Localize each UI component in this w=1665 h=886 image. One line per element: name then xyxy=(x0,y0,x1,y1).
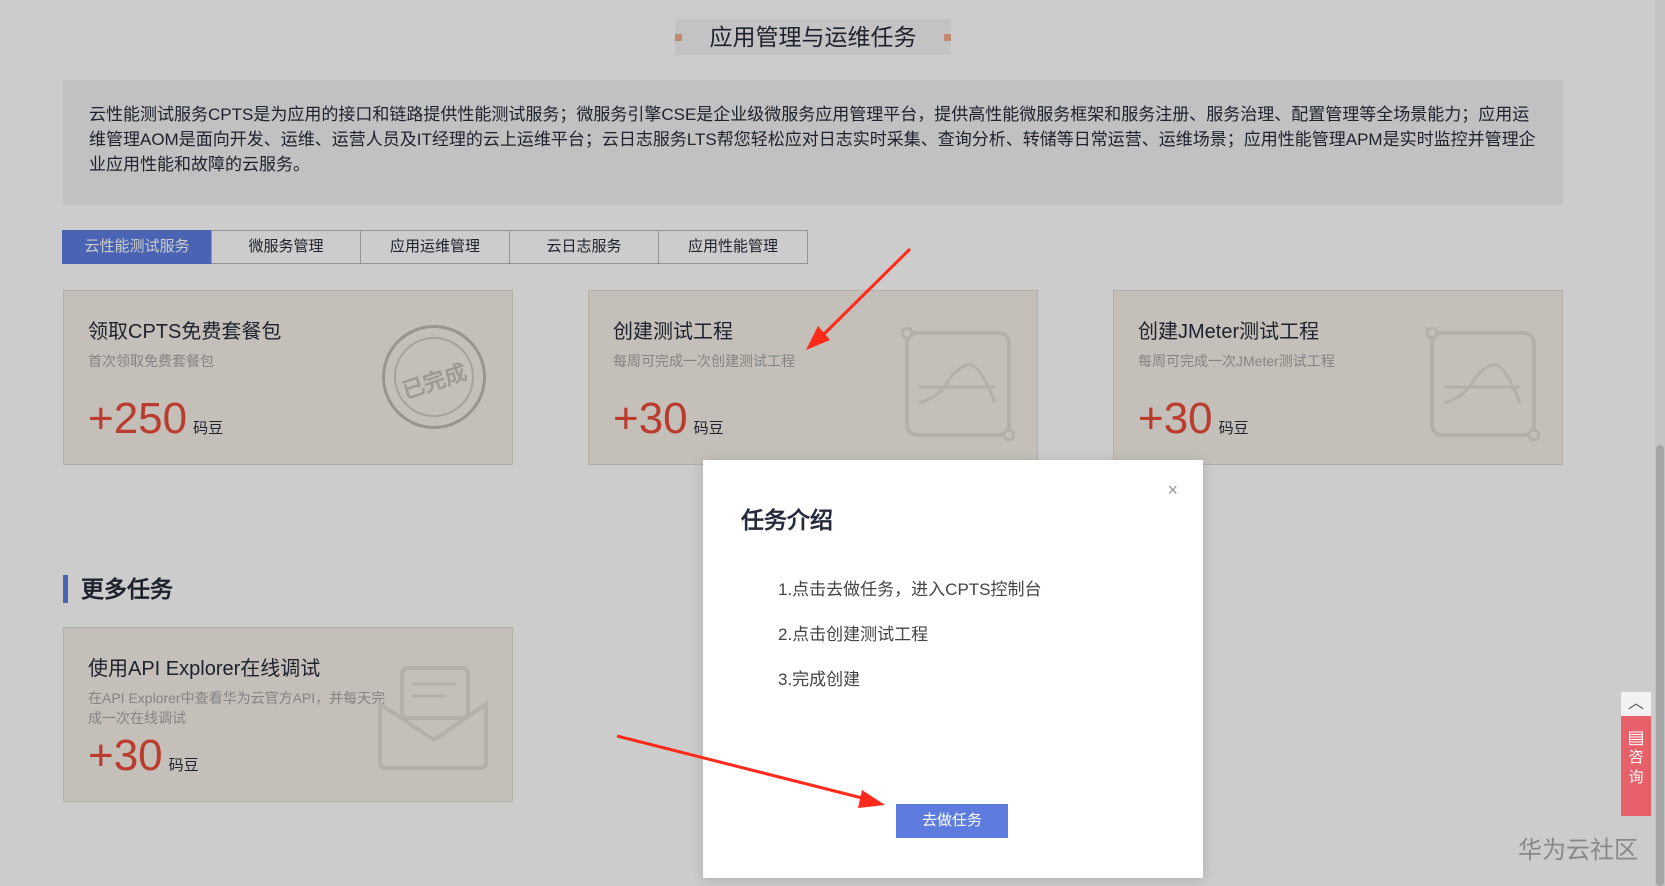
watermark: 华为云社区 xyxy=(1518,837,1638,864)
modal-step: 3.完成创建 xyxy=(778,670,861,689)
modal-steps: 1.点击去做任务，进入CPTS控制台 2.点击创建测试工程 3.完成创建 xyxy=(778,575,1042,710)
modal-step: 2.点击创建测试工程 xyxy=(778,625,929,644)
close-icon[interactable]: × xyxy=(1167,480,1178,501)
back-to-top-icon[interactable]: ︿ xyxy=(1621,692,1651,716)
chat-icon: ▤ xyxy=(1627,727,1645,747)
consult-button[interactable]: ▤ 咨 询 xyxy=(1621,716,1651,816)
do-task-button[interactable]: 去做任务 xyxy=(896,804,1008,838)
modal-step: 1.点击去做任务，进入CPTS控制台 xyxy=(778,580,1042,599)
page: 应用管理与运维任务 云性能测试服务CPTS是为应用的接口和链路提供性能测试服务；… xyxy=(0,0,1665,886)
modal-title: 任务介绍 xyxy=(741,507,833,533)
float-toolbar: ︿ ▤ 咨 询 xyxy=(1621,692,1651,816)
task-intro-modal: × 任务介绍 1.点击去做任务，进入CPTS控制台 2.点击创建测试工程 3.完… xyxy=(703,460,1203,878)
consult-label-1: 咨 xyxy=(1628,749,1644,766)
consult-label-2: 询 xyxy=(1628,769,1644,786)
